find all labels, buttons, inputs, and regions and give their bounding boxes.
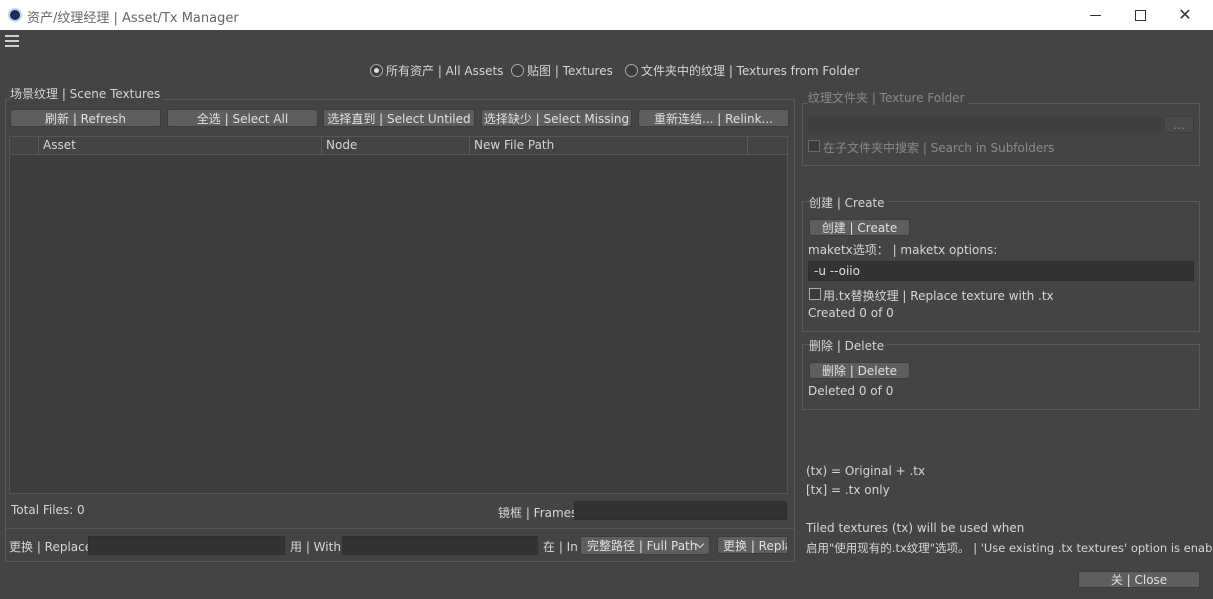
table-header-check[interactable]: [10, 137, 39, 155]
browse-button[interactable]: ...: [1164, 116, 1194, 133]
search-subfolders-checkbox[interactable]: [808, 140, 820, 152]
close-button[interactable]: 关 | Close: [1078, 571, 1200, 588]
radio-unselected-icon: [511, 64, 524, 77]
select-all-button[interactable]: 全选 | Select All: [167, 109, 318, 127]
minimize-icon: [1089, 14, 1101, 16]
select-missing-button[interactable]: 选择缺少 | Select Missing: [481, 109, 632, 127]
scene-textures-label: 场景纹理 | Scene Textures: [10, 85, 164, 102]
select-untiled-button[interactable]: 选择直到 | Select Untiled: [323, 109, 475, 127]
radio-all-assets-label: 所有资产 | All Assets: [386, 64, 504, 78]
radio-all-assets[interactable]: 所有资产 | All Assets: [370, 62, 503, 79]
close-icon: ✕: [1178, 5, 1192, 24]
replace-button[interactable]: 更换 | Repla: [717, 536, 788, 554]
in-dropdown-value: 完整路径 | Full Path: [587, 539, 698, 553]
table-header-new-file-path[interactable]: New File Path: [470, 137, 748, 155]
table-header: Asset Node New File Path: [10, 137, 787, 155]
relink-button[interactable]: 重新连结... | Relink...: [638, 109, 789, 127]
legend-note-2: 启用"使用现有的.tx纹理"选项。 | 'Use existing .tx te…: [806, 541, 1213, 555]
radio-textures-from-folder-label: 文件夹中的纹理 | Textures from Folder: [641, 64, 860, 78]
refresh-button[interactable]: 刷新 | Refresh: [10, 109, 161, 127]
scene-textures-table[interactable]: Asset Node New File Path: [9, 136, 788, 494]
hamburger-menu-icon[interactable]: [5, 35, 19, 47]
app-icon: [8, 8, 22, 22]
maximize-button[interactable]: [1117, 0, 1163, 30]
with-label: 用 | With: [290, 540, 341, 554]
texture-folder-label: 纹理文件夹 | Texture Folder: [808, 89, 968, 106]
radio-selected-icon: [370, 64, 383, 77]
legend-line-1: (tx) = Original + .tx: [806, 464, 926, 478]
replace-tx-checkbox[interactable]: [809, 288, 821, 300]
in-label: 在 | In: [543, 540, 578, 554]
legend-note-1: Tiled textures (tx) will be used when: [806, 521, 1025, 535]
maximize-icon: [1134, 9, 1146, 21]
frames-label: 镜框 | Frames: [498, 506, 578, 520]
radio-textures-label: 贴图 | Textures: [527, 64, 613, 78]
close-window-button[interactable]: ✕: [1162, 0, 1208, 30]
search-subfolders-label: 在子文件夹中搜索 | Search in Subfolders: [823, 141, 1055, 155]
table-header-asset[interactable]: Asset: [39, 137, 322, 155]
replace-label: 更换 | Replace: [9, 540, 93, 554]
replace-input[interactable]: [88, 536, 285, 555]
with-input[interactable]: [342, 536, 538, 555]
frames-input[interactable]: [574, 501, 787, 520]
maketx-options-label: maketx选项： | maketx options:: [808, 243, 998, 257]
divider: [6, 528, 794, 529]
radio-textures[interactable]: 贴图 | Textures: [511, 62, 613, 79]
texture-folder-input[interactable]: [808, 116, 1162, 133]
legend-line-2: [tx] = .tx only: [806, 483, 890, 497]
deleted-status: Deleted 0 of 0: [808, 384, 894, 398]
delete-button[interactable]: 删除 | Delete: [809, 362, 910, 379]
texture-folder-group: [802, 103, 1200, 166]
title-bar: 资产/纹理经理 | Asset/Tx Manager ✕: [0, 0, 1213, 30]
create-label: 创建 | Create: [809, 194, 888, 211]
window-title: 资产/纹理经理 | Asset/Tx Manager: [27, 11, 239, 26]
delete-label: 删除 | Delete: [809, 337, 888, 354]
replace-tx-label: 用.tx替换纹理 | Replace texture with .tx: [823, 289, 1054, 303]
radio-unselected-icon: [625, 64, 638, 77]
minimize-button[interactable]: [1072, 0, 1118, 30]
total-files-label: Total Files: 0: [11, 503, 85, 517]
in-dropdown[interactable]: 完整路径 | Full Path: [580, 536, 710, 555]
created-status: Created 0 of 0: [808, 306, 894, 320]
radio-textures-from-folder[interactable]: 文件夹中的纹理 | Textures from Folder: [625, 62, 860, 79]
create-button[interactable]: 创建 | Create: [809, 219, 910, 236]
table-header-node[interactable]: Node: [322, 137, 470, 155]
maketx-options-input[interactable]: -u --oiio: [808, 261, 1194, 281]
